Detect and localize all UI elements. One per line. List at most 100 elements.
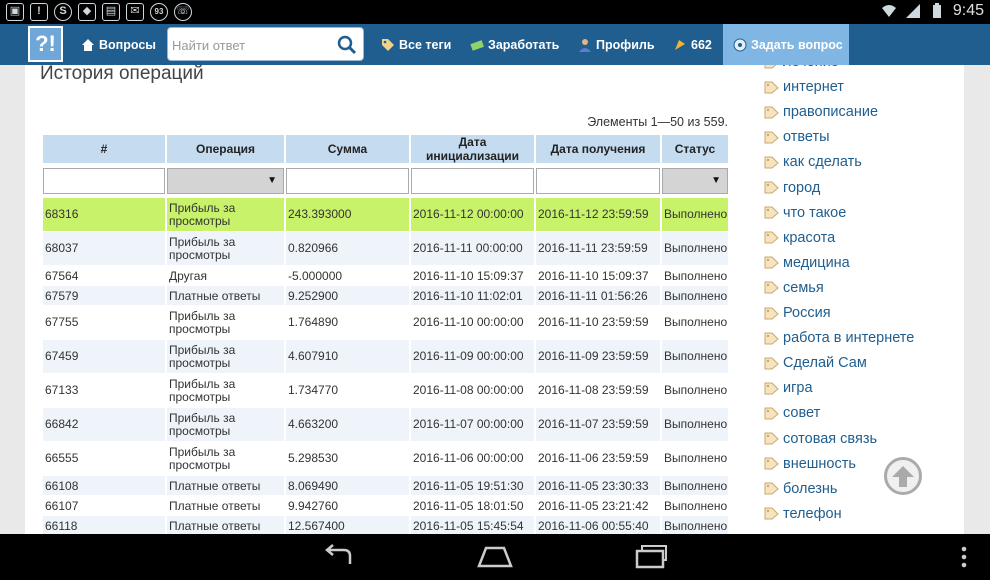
question-icon [733,38,747,51]
filter-id-input[interactable] [43,168,165,194]
search-box [167,27,364,61]
sidebar-tag-link[interactable]: ответы [764,127,830,147]
cell-id: 66107 [43,495,165,515]
table-row[interactable]: 66842 Прибыль за просмотры 4.663200 2016-11… [43,407,728,441]
cell-init: 2016-11-10 11:02:01 [411,285,534,305]
cell-recv: 2016-11-10 23:59:59 [536,305,660,339]
sidebar-tag-link[interactable]: правописание [764,102,878,122]
tag-icon [764,357,779,370]
col-header-recv-date[interactable]: Дата получения [536,135,660,163]
sidebar-tag-link[interactable]: красота [764,228,835,248]
sidebar-tag-link[interactable]: медицина [764,253,850,273]
filter-init-date-input[interactable] [411,168,534,194]
sidebar-tag-link[interactable]: телефон [764,504,842,524]
sidebar-tag-link[interactable]: лечение [764,65,839,72]
back-icon[interactable] [320,544,356,570]
tag-icon [764,281,779,294]
tag-label: телефон [783,505,842,522]
nav-earn-label: Заработать [488,37,560,52]
points-value: 662 [691,37,712,52]
nav-all-tags[interactable]: Все теги [381,24,451,65]
notification-sync-icon: S [54,3,72,21]
filter-recv-date-input[interactable] [536,168,660,194]
cell-id: 67564 [43,265,165,285]
battery-icon [932,3,941,18]
filter-sum-input[interactable] [286,168,409,194]
cell-sum: 4.663200 [286,407,409,441]
cell-sum: 12.567400 [286,515,409,534]
recent-apps-icon[interactable] [634,544,670,570]
sidebar-tag-link[interactable]: Сделай Сам [764,353,867,373]
tag-icon [764,307,779,319]
menu-dots-icon[interactable] [958,544,970,570]
sidebar-tag-link[interactable]: болезнь [764,479,837,499]
search-input[interactable] [172,34,332,56]
cell-recv: 2016-11-05 23:30:33 [536,475,660,495]
sidebar-tag-link[interactable]: Россия [764,303,831,323]
nav-questions[interactable]: Вопросы [81,24,156,65]
search-icon[interactable] [337,35,357,55]
money-icon [470,39,484,51]
sidebar-tag-link[interactable]: сотовая связь [764,429,877,449]
home-icon [82,38,94,51]
table-row[interactable]: 68037 Прибыль за просмотры 0.820966 2016-11… [43,231,728,265]
col-header-operation[interactable]: Операция [167,135,284,163]
sidebar-tag-link[interactable]: семья [764,278,824,298]
cell-sum: 1.764890 [286,305,409,339]
cell-sum: -5.000000 [286,265,409,285]
tag-label: семья [783,279,824,296]
cell-status: Выполнено [662,305,728,339]
filter-row: ▼ ▼ [43,163,728,197]
col-header-id[interactable]: # [43,135,165,163]
sidebar-tag-link[interactable]: город [764,178,820,198]
cell-sum: 8.069490 [286,475,409,495]
tag-label: как сделать [783,154,862,171]
table-row[interactable]: 66108 Платные ответы 8.069490 2016-11-05 19… [43,475,728,495]
coins-icon [675,39,685,50]
cell-init: 2016-11-05 15:45:54 [411,515,534,534]
cell-op: Платные ответы [167,515,284,534]
col-header-status[interactable]: Статус [662,135,728,163]
sidebar-tag-link[interactable]: что такое [764,203,846,223]
screen: ▣ ! S ◆ ▤ ✉ 93 ☏ 9:45 ?! Вопросы В [0,0,990,580]
table-row[interactable]: 66555 Прибыль за просмотры 5.298530 2016-11… [43,441,728,475]
sidebar-tag-link[interactable]: работа в интернете [764,328,914,348]
filter-status-select[interactable]: ▼ [662,168,728,194]
cell-status: Выполнено [662,373,728,407]
notification-viber-icon: ☏ [174,3,192,21]
col-header-sum[interactable]: Сумма [286,135,409,163]
table-row[interactable]: 66118 Платные ответы 12.567400 2016-11-05 1… [43,515,728,534]
arrow-up-icon [892,466,914,487]
site-logo[interactable]: ?! [28,26,63,62]
app-header: ?! Вопросы Все теги Заработать Профиль 6… [0,24,990,65]
nav-earn[interactable]: Заработать [470,24,559,65]
cell-op: Платные ответы [167,495,284,515]
table-row[interactable]: 67755 Прибыль за просмотры 1.764890 2016-11… [43,305,728,339]
filter-operation-select[interactable]: ▼ [167,168,284,194]
sidebar-tag-link[interactable]: как сделать [764,152,862,172]
col-header-init-date[interactable]: Дата инициализации [411,135,534,163]
cell-init: 2016-11-06 00:00:00 [411,441,534,475]
sidebar-tag-link[interactable]: интернет [764,77,844,97]
dropdown-arrow-icon: ▼ [711,175,721,186]
table-row[interactable]: 68316 Прибыль за просмотры 243.393000 2016-… [43,197,728,231]
nav-profile[interactable]: Профиль [578,24,655,65]
sidebar-tag-link[interactable]: внешность [764,454,856,474]
sidebar-tag-link[interactable]: совет [764,403,820,423]
table-row[interactable]: 66107 Платные ответы 9.942760 2016-11-05 18… [43,495,728,515]
cell-id: 66108 [43,475,165,495]
home-nav-icon[interactable] [476,544,514,570]
table-row[interactable]: 67579 Платные ответы 9.252900 2016-11-10 11… [43,285,728,305]
table-row[interactable]: 67564 Другая -5.000000 2016-11-10 15:09:37 2… [43,265,728,285]
cell-init: 2016-11-09 00:00:00 [411,339,534,373]
tag-label: правописание [783,104,879,121]
scroll-to-top-button[interactable] [884,457,922,495]
cell-id: 67755 [43,305,165,339]
cell-op: Платные ответы [167,475,284,495]
sidebar-tag-link[interactable]: игра [764,378,813,398]
table-row[interactable]: 67459 Прибыль за просмотры 4.607910 2016-11… [43,339,728,373]
ask-question-button[interactable]: Задать вопрос [723,24,849,65]
tag-label: совет [783,405,821,422]
table-row[interactable]: 67133 Прибыль за просмотры 1.734770 2016-11… [43,373,728,407]
points-counter[interactable]: 662 [673,24,712,65]
